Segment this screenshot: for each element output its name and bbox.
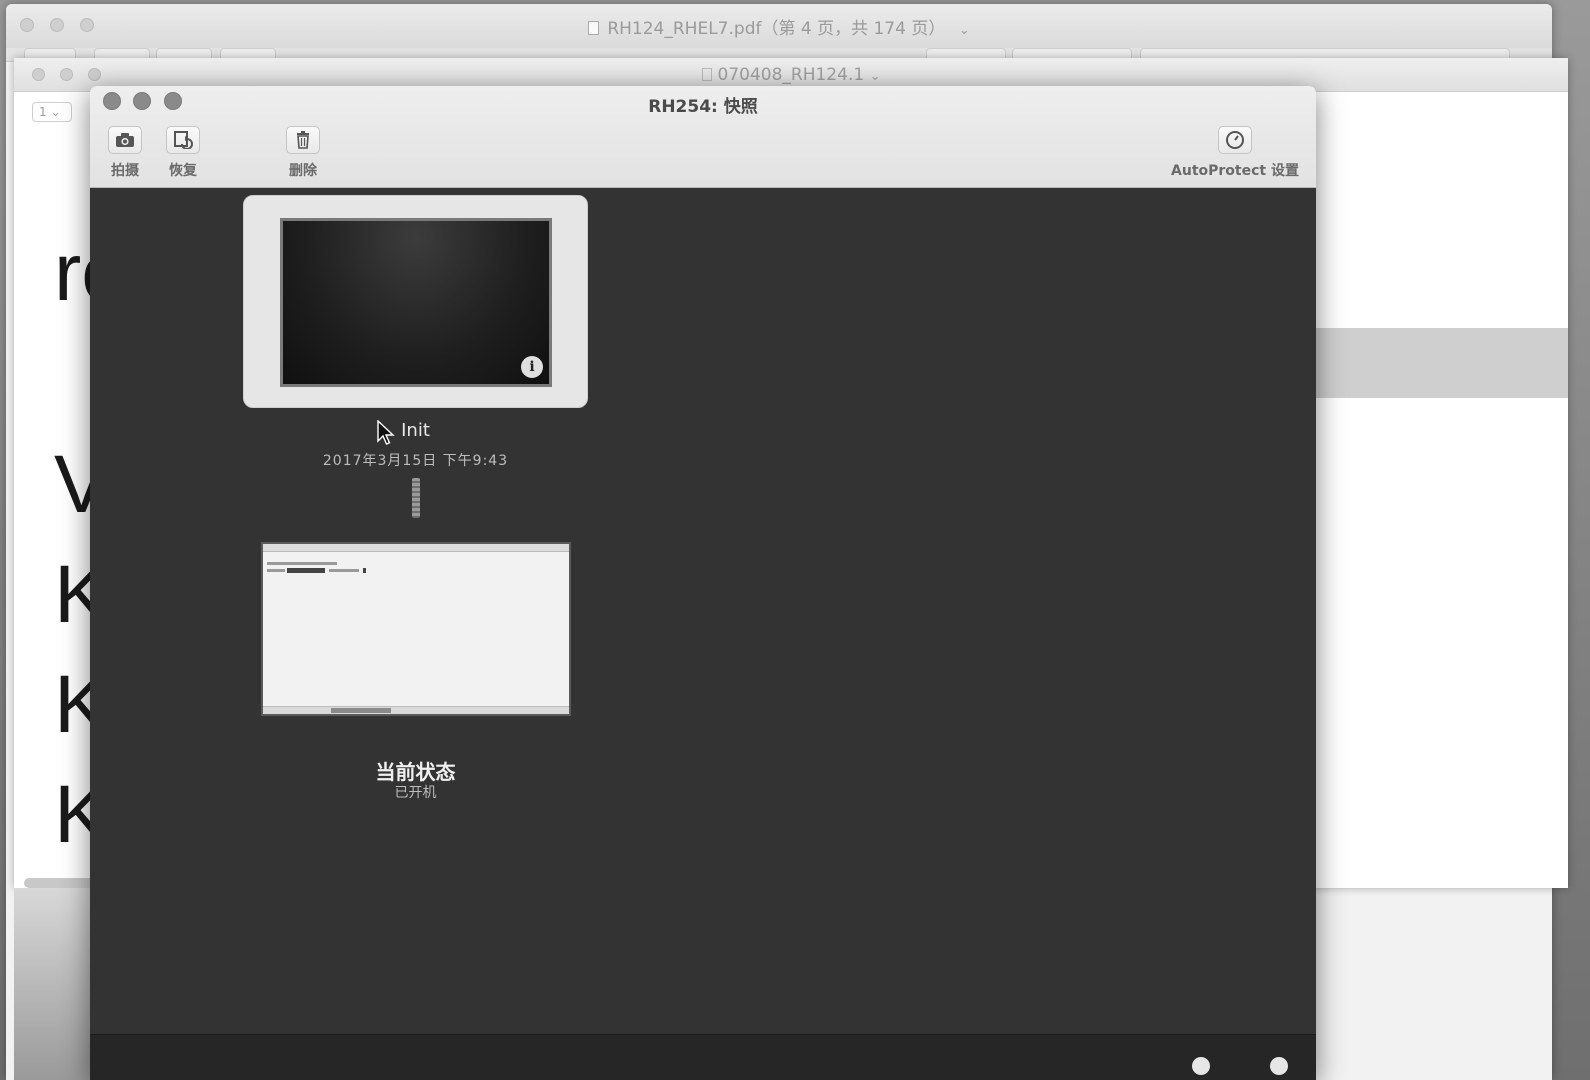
current-state-name: 当前状态 (375, 760, 456, 784)
pdf-window-title: RH124_RHEL7.pdf（第 4 页，共 174 页） ⌄ (6, 14, 1552, 39)
info-icon[interactable]: i (521, 356, 543, 378)
snapshot-init-card[interactable]: i (243, 195, 588, 408)
delete-snapshot-button[interactable]: 删除 (273, 126, 333, 186)
chevron-down-icon[interactable]: ⌄ (870, 69, 881, 84)
vm-taskbar (263, 706, 569, 714)
vm-text-line (267, 562, 337, 565)
vm-cursor (363, 568, 366, 573)
snapshot-date: 2017年3月15日 下午9:43 (322, 453, 509, 469)
trash-icon (286, 126, 320, 154)
pdf-titlebar: RH124_RHEL7.pdf（第 4 页，共 174 页） ⌄ (6, 4, 1552, 48)
delete-snapshot-label: 删除 (289, 163, 317, 179)
pdf-title-text: RH124_RHEL7.pdf（第 4 页，共 174 页） (607, 19, 946, 39)
zoom-button-icon[interactable] (1270, 1057, 1288, 1075)
document-window-title: 070408_RH124.1 ⌄ (14, 65, 1568, 85)
zoom-slider-knob[interactable] (1192, 1057, 1210, 1075)
vm-text-line (267, 569, 285, 572)
restore-snapshot-label: 恢复 (169, 163, 197, 179)
current-state-status: 已开机 (394, 785, 437, 801)
snapshot-window: RH254: 快照 拍摄 恢复 删除 AutoProtect 设置 i Init… (90, 86, 1316, 1080)
window-title: RH254: 快照 (648, 97, 758, 117)
snapshot-init-thumbnail: i (280, 218, 552, 387)
chevron-down-icon[interactable]: ⌄ (959, 23, 970, 38)
restore-snapshot-button[interactable]: 恢复 (153, 126, 213, 186)
desktop: RH124_RHEL7.pdf（第 4 页，共 174 页） ⌄ 070408_… (0, 0, 1590, 1080)
document-title-text: 070408_RH124.1 (717, 65, 865, 85)
document-icon (701, 68, 712, 81)
snapshot-connector (412, 478, 420, 518)
take-snapshot-button[interactable]: 拍摄 (95, 126, 155, 186)
restore-icon (166, 126, 200, 154)
vm-menubar (263, 544, 569, 552)
vm-text-line (329, 569, 359, 572)
document-side-panel (1316, 328, 1568, 398)
clock-icon (1218, 126, 1252, 154)
page-selector[interactable]: 1 ⌄ (32, 102, 72, 122)
pdf-document-icon (588, 21, 600, 35)
vm-highlight (287, 568, 325, 573)
take-snapshot-label: 拍摄 (111, 163, 139, 179)
snapshot-titlebar: RH254: 快照 拍摄 恢复 删除 AutoProtect 设置 (90, 86, 1316, 188)
vm-taskbar-item (331, 708, 391, 713)
camera-icon (108, 126, 142, 154)
autoprotect-settings-button[interactable]: AutoProtect 设置 (1160, 126, 1310, 186)
snapshot-name: Init (401, 420, 430, 441)
autoprotect-settings-label: AutoProtect 设置 (1171, 163, 1299, 179)
snapshot-tree: i Init 2017年3月15日 下午9:43 当前状态 已开机 (90, 188, 1316, 1034)
current-state-thumbnail[interactable] (261, 542, 571, 716)
status-bar (90, 1034, 1316, 1080)
